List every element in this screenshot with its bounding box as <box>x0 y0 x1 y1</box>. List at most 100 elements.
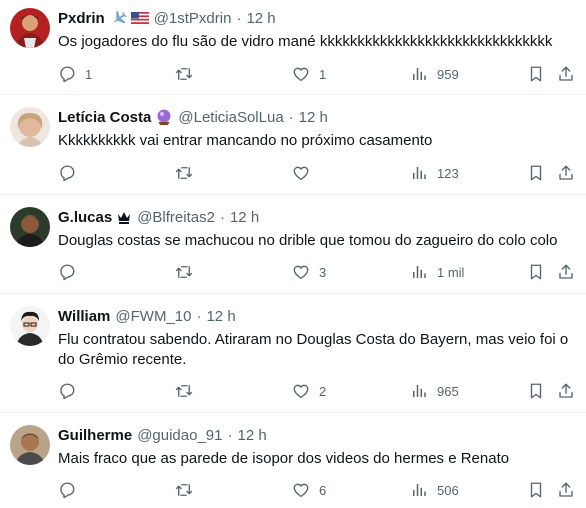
display-name[interactable]: G.lucas <box>58 209 112 226</box>
avatar[interactable] <box>10 107 50 147</box>
views-button[interactable]: 965 <box>410 379 459 403</box>
retweet-button[interactable] <box>175 478 202 502</box>
view-count: 1 mil <box>437 264 465 280</box>
bookmark-icon <box>530 482 542 498</box>
retweet-icon <box>175 484 193 496</box>
airplane-icon <box>109 9 127 27</box>
like-button[interactable]: 2 <box>292 379 326 403</box>
tweet-actions: 2 965 <box>0 379 586 403</box>
tweet-text: Douglas costas se machucou no drible que… <box>58 232 558 249</box>
share-icon <box>559 264 573 279</box>
user-handle[interactable]: @1stPxdrin <box>154 10 232 27</box>
views-button[interactable]: 959 <box>410 62 459 86</box>
bookmark-button[interactable] <box>526 161 546 185</box>
retweet-icon <box>175 68 193 80</box>
share-icon <box>559 383 573 398</box>
reply-button[interactable] <box>58 478 85 502</box>
bookmark-button[interactable] <box>526 62 546 86</box>
like-button[interactable]: 1 <box>292 62 326 86</box>
tweet-text: Kkkkkkkkkk vai entrar mancando no próxim… <box>58 132 433 149</box>
share-button[interactable] <box>556 161 576 185</box>
us-flag-icon <box>130 12 149 24</box>
reply-icon <box>60 482 75 499</box>
tweet-header: William @FWM_10 · 12 h <box>58 306 236 326</box>
bookmark-button[interactable] <box>526 260 546 284</box>
share-button[interactable] <box>556 62 576 86</box>
reply-feed: Pxdrin @1stPxdrin · 12 h Os jogadores do… <box>0 0 586 508</box>
tweet-card[interactable]: Letícia Costa @LeticiaSolLua · 12 h Kkkk… <box>0 95 586 195</box>
views-icon <box>413 266 426 278</box>
avatar[interactable] <box>10 207 50 247</box>
tweet-header: Pxdrin @1stPxdrin · 12 h <box>58 8 276 28</box>
bookmark-button[interactable] <box>526 478 546 502</box>
reply-button[interactable] <box>58 260 85 284</box>
views-icon <box>413 385 426 397</box>
view-count: 506 <box>437 482 459 498</box>
heart-icon <box>293 384 309 399</box>
timestamp[interactable]: 12 h <box>206 308 235 325</box>
like-button[interactable]: 3 <box>292 260 326 284</box>
user-handle[interactable]: @LeticiaSolLua <box>178 109 283 126</box>
like-count: 6 <box>319 482 327 498</box>
display-name[interactable]: Letícia Costa <box>58 109 151 126</box>
display-name[interactable]: William <box>58 308 110 325</box>
separator-dot: · <box>219 208 225 226</box>
bookmark-button[interactable] <box>526 379 546 403</box>
like-count: 2 <box>319 383 327 399</box>
tweet-card[interactable]: Pxdrin @1stPxdrin · 12 h Os jogadores do… <box>0 0 586 95</box>
avatar[interactable] <box>10 8 50 48</box>
timestamp[interactable]: 12 h <box>230 209 259 226</box>
user-handle[interactable]: @guidao_91 <box>137 427 222 444</box>
timestamp[interactable]: 12 h <box>246 10 275 27</box>
like-button[interactable]: 6 <box>292 478 326 502</box>
view-count: 123 <box>437 165 459 181</box>
reply-button[interactable] <box>58 161 85 185</box>
views-icon <box>413 484 426 496</box>
bookmark-icon <box>530 165 542 181</box>
like-button[interactable] <box>292 161 319 185</box>
tweet-card[interactable]: G.lucas @Blfreitas2 · 12 h Douglas costa… <box>0 195 586 294</box>
tweet-actions: 1 1 959 <box>0 62 586 86</box>
retweet-button[interactable] <box>175 62 202 86</box>
timestamp[interactable]: 12 h <box>299 109 328 126</box>
retweet-button[interactable] <box>175 161 202 185</box>
views-button[interactable]: 1 mil <box>410 260 464 284</box>
share-button[interactable] <box>556 478 576 502</box>
view-count: 959 <box>437 66 459 82</box>
display-name[interactable]: Guilherme <box>58 427 132 444</box>
tweet-header: Guilherme @guidao_91 · 12 h <box>58 425 267 445</box>
share-icon <box>559 165 573 180</box>
tweet-text: Os jogadores do flu são de vidro mané kk… <box>58 33 553 50</box>
tweet-card[interactable]: Guilherme @guidao_91 · 12 h Mais fraco q… <box>0 413 586 508</box>
retweet-icon <box>175 266 193 278</box>
retweet-icon <box>175 167 193 179</box>
retweet-button[interactable] <box>175 379 202 403</box>
bookmark-icon <box>530 383 542 399</box>
user-handle[interactable]: @Blfreitas2 <box>137 209 215 226</box>
views-icon <box>413 68 426 80</box>
display-name[interactable]: Pxdrin <box>58 10 105 27</box>
tweet-header: G.lucas @Blfreitas2 · 12 h <box>58 207 259 227</box>
share-button[interactable] <box>556 260 576 284</box>
reply-button[interactable] <box>58 379 85 403</box>
user-handle[interactable]: @FWM_10 <box>115 308 191 325</box>
heart-icon <box>293 265 309 280</box>
retweet-button[interactable] <box>175 260 202 284</box>
share-button[interactable] <box>556 379 576 403</box>
tweet-text: Flu contratou sabendo. Atiraram no Dougl… <box>58 331 569 368</box>
reply-button[interactable]: 1 <box>58 62 92 86</box>
reply-icon <box>60 165 75 182</box>
views-button[interactable]: 506 <box>410 478 459 502</box>
views-button[interactable]: 123 <box>410 161 459 185</box>
timestamp[interactable]: 12 h <box>238 427 267 444</box>
separator-dot: · <box>227 426 233 444</box>
heart-icon <box>293 483 309 498</box>
views-icon <box>413 167 426 179</box>
tweet-card[interactable]: William @FWM_10 · 12 h Flu contratou sab… <box>0 294 586 413</box>
avatar[interactable] <box>10 306 50 346</box>
heart-icon <box>293 67 309 82</box>
avatar[interactable] <box>10 425 50 465</box>
share-icon <box>559 482 573 497</box>
tweet-actions: 6 506 <box>0 478 586 502</box>
retweet-icon <box>175 385 193 397</box>
